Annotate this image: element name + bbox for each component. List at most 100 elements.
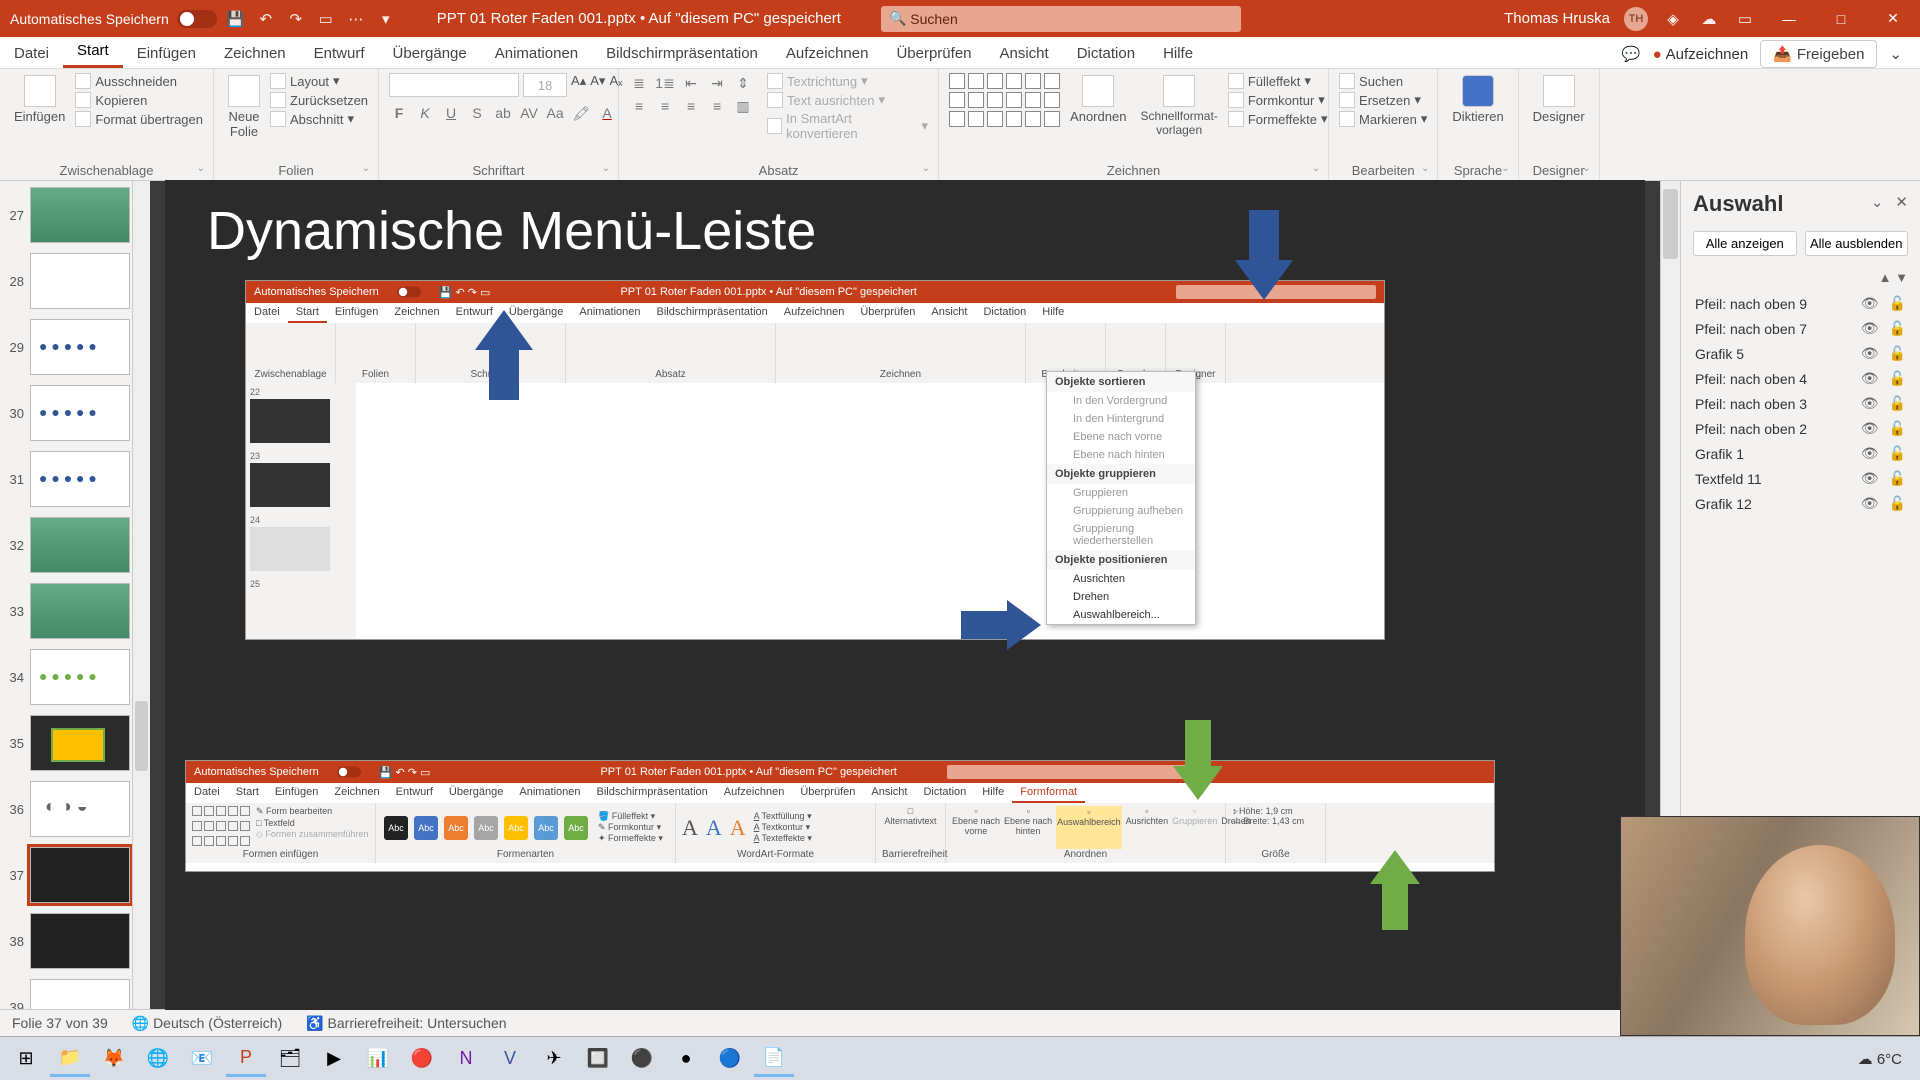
search-input[interactable]: 🔍 Suchen — [881, 6, 1241, 32]
thumb-32[interactable] — [30, 517, 130, 573]
thumb-34[interactable] — [30, 649, 130, 705]
tab-entwurf[interactable]: Entwurf — [300, 39, 379, 68]
thumb-39[interactable] — [30, 979, 130, 1009]
diamond-icon[interactable]: ◈ — [1662, 8, 1684, 30]
tab-einfuegen[interactable]: Einfügen — [123, 39, 210, 68]
textdir-button[interactable]: Textrichtung ▾ — [767, 73, 928, 89]
slide-canvas[interactable]: Dynamische Menü-Leiste Automatisches Spe… — [150, 181, 1660, 1009]
smartart-button[interactable]: In SmartArt konvertieren ▾ — [767, 111, 928, 141]
section-button[interactable]: Abschnitt ▾ — [270, 111, 368, 127]
increase-font-icon[interactable]: A▴ — [571, 73, 586, 97]
comments-icon[interactable]: 💬 — [1622, 45, 1641, 63]
qat-dropdown-icon[interactable]: ▾ — [375, 8, 397, 30]
font-family-input[interactable] — [389, 73, 519, 97]
tab-aufzeichnen[interactable]: Aufzeichnen — [772, 39, 883, 68]
eye-icon[interactable]: 👁 — [1861, 345, 1879, 362]
maximize-button[interactable]: □ — [1822, 0, 1860, 37]
italic-button[interactable]: K — [415, 103, 435, 123]
tab-ansicht[interactable]: Ansicht — [986, 39, 1063, 68]
linespacing-icon[interactable]: ⇕ — [733, 73, 753, 93]
explorer-icon[interactable]: 📁 — [50, 1041, 90, 1077]
save-icon[interactable]: 💾 — [225, 8, 247, 30]
record-button[interactable]: Aufzeichnen — [1653, 46, 1749, 63]
outdent-icon[interactable]: ⇤ — [681, 73, 701, 93]
sel-item[interactable]: Grafik 5👁🔓 — [1693, 341, 1908, 366]
user-avatar[interactable]: TH — [1624, 7, 1648, 31]
show-all-button[interactable]: Alle anzeigen — [1693, 231, 1797, 256]
new-slide-button[interactable]: Neue Folie — [224, 73, 264, 141]
indent-icon[interactable]: ⇥ — [707, 73, 727, 93]
powerpoint-icon[interactable]: P — [226, 1041, 266, 1077]
shapes-gallery[interactable] — [949, 73, 1060, 127]
collapse-ribbon-icon[interactable]: ⌄ — [1889, 45, 1902, 63]
tab-datei[interactable]: Datei — [0, 39, 63, 68]
lock-icon[interactable]: 🔓 — [1889, 320, 1906, 337]
lock-icon[interactable]: 🔓 — [1889, 395, 1906, 412]
numbering-icon[interactable]: 1≣ — [655, 73, 675, 93]
columns-icon[interactable]: ▥ — [733, 96, 753, 116]
align-left-icon[interactable]: ≡ — [629, 96, 649, 116]
tab-start[interactable]: Start — [63, 36, 123, 68]
sel-item[interactable]: Pfeil: nach oben 2👁🔓 — [1693, 416, 1908, 441]
obs-icon[interactable]: ⚫ — [622, 1041, 662, 1077]
tab-hilfe[interactable]: Hilfe — [1149, 39, 1207, 68]
align-center-icon[interactable]: ≡ — [655, 96, 675, 116]
chrome-icon[interactable]: 🌐 — [138, 1041, 178, 1077]
autosave-toggle[interactable] — [177, 10, 217, 28]
paste-button[interactable]: Einfügen — [10, 73, 69, 126]
effects-button[interactable]: Formeffekte ▾ — [1228, 111, 1328, 127]
dictate-button[interactable]: Diktieren — [1448, 73, 1507, 126]
onenote-icon[interactable]: N — [446, 1041, 486, 1077]
lock-icon[interactable]: 🔓 — [1889, 370, 1906, 387]
align-right-icon[interactable]: ≡ — [681, 96, 701, 116]
thumb-29[interactable] — [30, 319, 130, 375]
lock-icon[interactable]: 🔓 — [1889, 470, 1906, 487]
app-icon[interactable]: ● — [666, 1041, 706, 1077]
slideshow-icon[interactable]: ▭ — [315, 8, 337, 30]
layout-button[interactable]: Layout ▾ — [270, 73, 368, 89]
outline-button[interactable]: Formkontur ▾ — [1228, 92, 1328, 108]
fontcolor-button[interactable]: A — [597, 103, 617, 123]
cloud-icon[interactable]: ☁ — [1698, 8, 1720, 30]
firefox-icon[interactable]: 🦊 — [94, 1041, 134, 1077]
app-icon[interactable]: 🔴 — [402, 1041, 442, 1077]
tab-animationen[interactable]: Animationen — [481, 39, 592, 68]
find-button[interactable]: Suchen — [1339, 73, 1427, 89]
sel-item[interactable]: Grafik 12👁🔓 — [1693, 491, 1908, 516]
thumb-33[interactable] — [30, 583, 130, 639]
redo-icon[interactable]: ↷ — [285, 8, 307, 30]
selpane-dropdown-icon[interactable]: ⌄ — [1871, 193, 1884, 211]
highlight-button[interactable]: 🖍 — [571, 103, 591, 123]
case-button[interactable]: Aa — [545, 103, 565, 123]
sel-item[interactable]: Textfeld 11👁🔓 — [1693, 466, 1908, 491]
sel-item[interactable]: Grafik 1👁🔓 — [1693, 441, 1908, 466]
shadow-button[interactable]: ab — [493, 103, 513, 123]
eye-icon[interactable]: 👁 — [1861, 420, 1879, 437]
tab-ueberpruefen[interactable]: Überprüfen — [882, 39, 985, 68]
sel-item[interactable]: Pfeil: nach oben 7👁🔓 — [1693, 316, 1908, 341]
accessibility-check[interactable]: ♿ Barrierefreiheit: Untersuchen — [306, 1015, 506, 1032]
sel-item[interactable]: Pfeil: nach oben 4👁🔓 — [1693, 366, 1908, 391]
lock-icon[interactable]: 🔓 — [1889, 495, 1906, 512]
thumb-37[interactable] — [30, 847, 130, 903]
app-icon[interactable]: 📊 — [358, 1041, 398, 1077]
format-painter-button[interactable]: Format übertragen — [75, 111, 203, 127]
eye-icon[interactable]: 👁 — [1861, 395, 1879, 412]
sel-item[interactable]: Pfeil: nach oben 9👁🔓 — [1693, 291, 1908, 316]
minimize-button[interactable]: — — [1770, 0, 1808, 37]
thumb-27[interactable] — [30, 187, 130, 243]
telegram-icon[interactable]: ✈ — [534, 1041, 574, 1077]
tab-dictation[interactable]: Dictation — [1063, 39, 1149, 68]
thumb-28[interactable] — [30, 253, 130, 309]
weather-widget[interactable]: ☁ 6°C — [1858, 1050, 1902, 1068]
strike-button[interactable]: S — [467, 103, 487, 123]
sel-item[interactable]: Pfeil: nach oben 3👁🔓 — [1693, 391, 1908, 416]
slide-thumbnails[interactable]: 27 28 29 30 31 32 33 34 35 36 37 38 39 — [0, 181, 150, 1009]
slide-counter[interactable]: Folie 37 von 39 — [12, 1015, 108, 1031]
lock-icon[interactable]: 🔓 — [1889, 295, 1906, 312]
thumb-35[interactable] — [30, 715, 130, 771]
thumb-36[interactable] — [30, 781, 130, 837]
undo-icon[interactable]: ↶ — [255, 8, 277, 30]
thumb-38[interactable] — [30, 913, 130, 969]
share-button[interactable]: 📤 Freigeben — [1760, 40, 1877, 68]
